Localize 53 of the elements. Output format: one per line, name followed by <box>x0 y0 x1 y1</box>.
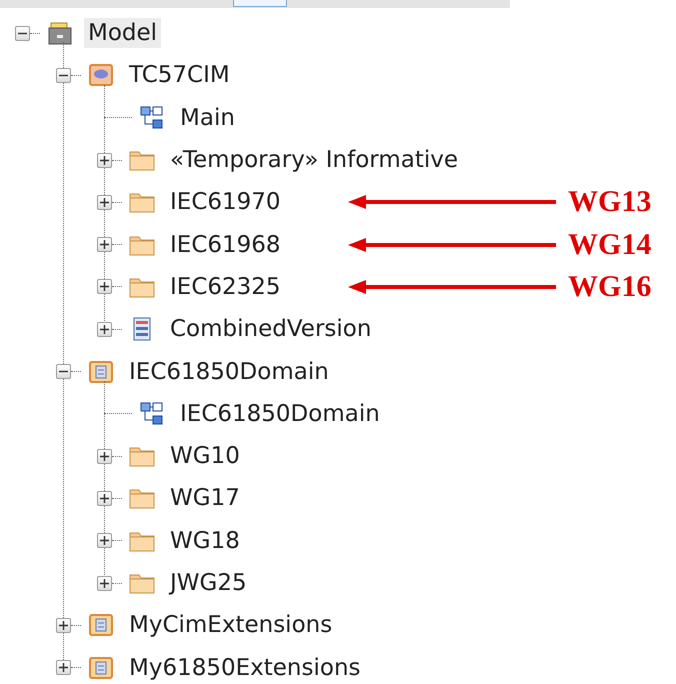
expand-button[interactable] <box>97 279 112 294</box>
tree-item[interactable]: IEC61970 <box>166 187 285 218</box>
arrow-icon <box>348 194 558 210</box>
plus-icon <box>100 578 109 588</box>
tree-item[interactable]: IEC61850Domain <box>176 398 384 429</box>
expand-button[interactable] <box>97 322 112 337</box>
tree-item[interactable]: JWG25 <box>166 568 251 598</box>
tree-item[interactable]: TC57CIM <box>125 60 234 90</box>
tree-item[interactable]: CombinedVersion <box>166 314 376 344</box>
tab-indicator <box>233 0 287 7</box>
tree-item[interactable]: WG10 <box>166 441 244 472</box>
package-icon <box>87 62 115 88</box>
plus-icon <box>100 198 109 207</box>
package-icon <box>87 612 115 638</box>
tree-item[interactable]: WG17 <box>166 483 244 514</box>
expand-button[interactable] <box>97 194 112 210</box>
tree-item[interactable]: «Temporary» Informative <box>166 145 462 176</box>
annotation-label: WG16 <box>568 270 652 304</box>
annotation-label: WG13 <box>568 185 652 220</box>
plus-icon <box>100 240 109 250</box>
expand-button[interactable] <box>97 448 112 464</box>
arrow-icon <box>348 236 558 253</box>
tree-item[interactable]: IEC61850Domain <box>125 356 333 387</box>
plus-icon <box>100 536 109 546</box>
expand-button[interactable] <box>97 152 112 168</box>
package-icon <box>87 358 115 385</box>
expand-button[interactable] <box>97 237 112 252</box>
expand-button[interactable] <box>97 576 112 590</box>
tree-item[interactable]: MyCimExtensions <box>125 610 336 640</box>
plus-icon <box>100 324 109 334</box>
collapse-button[interactable] <box>56 68 71 83</box>
plus-icon <box>59 663 68 672</box>
package-icon <box>87 654 115 681</box>
tree-item[interactable]: Main <box>176 102 239 133</box>
tree-item[interactable]: WG18 <box>166 526 244 556</box>
annotation-label: WG14 <box>568 228 652 262</box>
collapse-button[interactable] <box>15 26 30 41</box>
expand-button[interactable] <box>97 533 112 548</box>
plus-icon <box>100 494 109 503</box>
collapse-button[interactable] <box>56 364 71 380</box>
plus-icon <box>59 620 68 630</box>
tree-item[interactable]: Model <box>84 18 162 48</box>
expand-button[interactable] <box>97 490 112 506</box>
expand-button[interactable] <box>56 618 71 633</box>
tree-item[interactable]: IEC61968 <box>166 230 285 260</box>
expand-button[interactable] <box>56 660 71 676</box>
tree-item[interactable]: IEC62325 <box>166 272 285 302</box>
arrow-icon <box>348 278 558 295</box>
plus-icon <box>100 452 109 461</box>
tree-item[interactable]: My61850Extensions <box>125 652 365 683</box>
plus-icon <box>100 282 109 292</box>
plus-icon <box>100 156 109 165</box>
cabinet-icon <box>46 20 74 46</box>
